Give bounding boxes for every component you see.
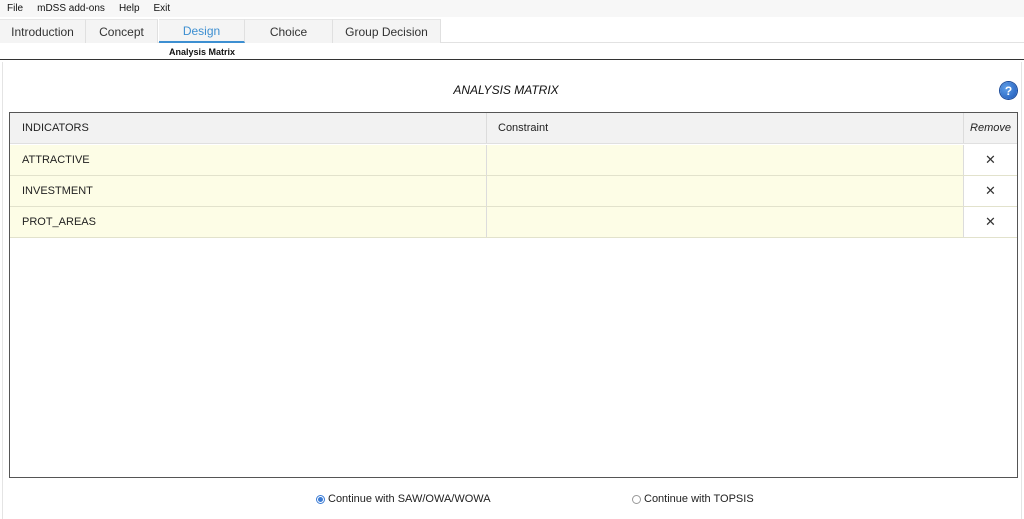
continue-options: Continue with SAW/OWA/WOWA Continue with… (0, 493, 1024, 507)
option-saw-owa-wowa[interactable]: Continue with SAW/OWA/WOWA (316, 493, 491, 505)
tab-introduction[interactable]: Introduction (0, 19, 86, 43)
option-label: Continue with SAW/OWA/WOWA (328, 493, 491, 505)
remove-cell: ✕ (964, 207, 1017, 237)
close-icon[interactable]: ✕ (985, 183, 996, 199)
indicator-cell: PROT_AREAS (10, 207, 487, 237)
constraint-cell[interactable] (487, 176, 964, 206)
close-icon[interactable]: ✕ (985, 214, 996, 230)
menu-file[interactable]: File (0, 3, 30, 14)
page-title: ANALYSIS MATRIX (453, 83, 559, 97)
menu-mdss-addons[interactable]: mDSS add-ons (30, 3, 112, 14)
constraint-cell[interactable] (487, 207, 964, 237)
indicator-cell: INVESTMENT (10, 176, 487, 206)
table-row: INVESTMENT ✕ (10, 176, 1017, 207)
indicator-cell: ATTRACTIVE (10, 145, 487, 175)
main-tab-bar: Introduction Concept Design Choice Group… (0, 17, 1024, 43)
option-label: Continue with TOPSIS (644, 493, 754, 505)
column-header-constraint: Constraint (487, 113, 964, 143)
option-topsis[interactable]: Continue with TOPSIS (632, 493, 754, 505)
radio-saw-owa-wowa[interactable] (316, 494, 325, 504)
constraint-cell[interactable] (487, 145, 964, 175)
table-header-row: INDICATORS Constraint Remove (10, 113, 1017, 144)
divider (0, 59, 1024, 60)
help-icon[interactable]: ? (1000, 82, 1017, 99)
subtab-analysis-matrix[interactable]: Analysis Matrix (169, 47, 235, 57)
menu-exit[interactable]: Exit (147, 3, 178, 14)
tab-design[interactable]: Design (159, 19, 245, 43)
column-header-indicators: INDICATORS (10, 113, 487, 143)
remove-cell: ✕ (964, 145, 1017, 175)
tab-concept[interactable]: Concept (86, 19, 158, 43)
analysis-matrix-table: INDICATORS Constraint Remove ATTRACTIVE … (9, 112, 1018, 478)
tab-choice[interactable]: Choice (245, 19, 333, 43)
table-row: ATTRACTIVE ✕ (10, 145, 1017, 176)
table-row: PROT_AREAS ✕ (10, 207, 1017, 238)
remove-cell: ✕ (964, 176, 1017, 206)
column-header-remove: Remove (970, 122, 1011, 134)
tab-group-decision[interactable]: Group Decision (333, 19, 441, 43)
menu-bar: File mDSS add-ons Help Exit (0, 0, 1024, 17)
radio-topsis[interactable] (632, 494, 641, 504)
menu-help[interactable]: Help (112, 3, 147, 14)
close-icon[interactable]: ✕ (985, 152, 996, 168)
